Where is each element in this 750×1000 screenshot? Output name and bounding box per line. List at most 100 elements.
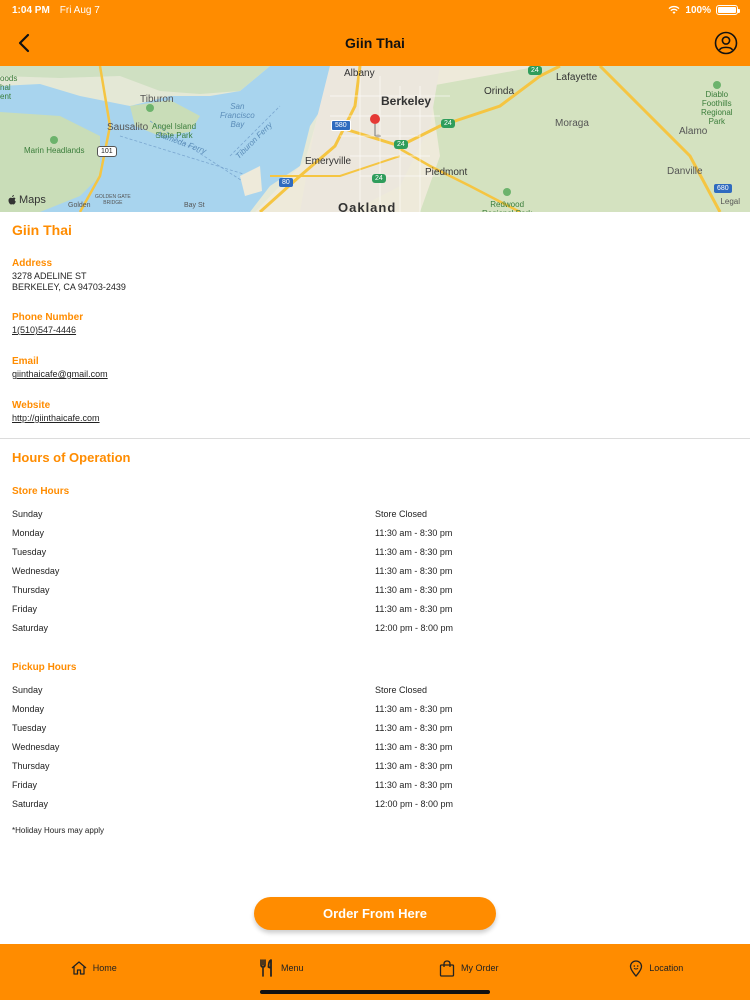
fork-knife-icon — [260, 959, 272, 977]
hours-row: Tuesday 11:30 am - 8:30 pm — [12, 547, 742, 561]
battery-icon — [716, 5, 740, 15]
hours-time: 11:30 am - 8:30 pm — [375, 742, 453, 752]
hours-time: 11:30 am - 8:30 pm — [375, 723, 453, 733]
hours-time: 12:00 pm - 8:00 pm — [375, 623, 454, 633]
status-time: 1:04 PM — [12, 4, 50, 16]
map-label-sausalito: Sausalito — [107, 122, 149, 133]
hours-row: Wednesday 11:30 am - 8:30 pm — [12, 566, 742, 580]
hours-time: 11:30 am - 8:30 pm — [375, 566, 453, 576]
back-button[interactable] — [10, 29, 38, 57]
hours-row: Tuesday 11:30 am - 8:30 pm — [12, 723, 742, 737]
map-view[interactable]: 580 24 24 24 24 101 80 680 Albany Berkel… — [0, 66, 750, 212]
hours-row: Wednesday 11:30 am - 8:30 pm — [12, 742, 742, 756]
phone-label: Phone Number — [12, 312, 84, 323]
email-link[interactable]: giinthaicafe@gmail.com — [12, 369, 108, 380]
email-label: Email — [12, 356, 39, 367]
map-label-golden: Golden — [68, 202, 91, 209]
hours-day: Friday — [12, 780, 38, 790]
pickup-hours-label: Pickup Hours — [12, 662, 77, 673]
tab-home-label: Home — [92, 963, 117, 973]
tab-location[interactable]: Location — [563, 944, 750, 1000]
hwy-580-shield: 580 — [331, 120, 351, 131]
phone-link[interactable]: 1(510)547-4446 — [12, 325, 76, 336]
apple-maps-logo: Maps — [8, 194, 46, 206]
tab-location-label: Location — [649, 963, 684, 973]
hours-time: Store Closed — [375, 685, 428, 695]
map-label-golden-gate-bridge: GOLDEN GATE BRIDGE — [95, 194, 131, 206]
map-label-orinda: Orinda — [484, 86, 515, 97]
map-label-berkeley: Berkeley — [381, 94, 432, 108]
store-hours-label: Store Hours — [12, 486, 70, 497]
holiday-note: *Holiday Hours may apply — [12, 826, 105, 835]
map-label-marin-headlands: Marin Headlands — [24, 146, 85, 155]
map-label-moraga: Moraga — [555, 118, 589, 129]
status-right: 100% — [668, 4, 740, 16]
hours-day: Wednesday — [12, 566, 60, 576]
tab-my-order-label: My Order — [460, 963, 499, 973]
website-link[interactable]: http://giinthaicafe.com — [12, 413, 100, 424]
home-indicator — [260, 990, 490, 994]
hours-time: 12:00 pm - 8:00 pm — [375, 799, 454, 809]
hours-time: 11:30 am - 8:30 pm — [375, 528, 453, 538]
home-icon — [71, 961, 87, 975]
map-label-lafayette: Lafayette — [556, 72, 598, 83]
hours-day: Thursday — [12, 761, 50, 771]
hwy-24-shield: 24 — [528, 66, 542, 75]
map-label-emeryville: Emeryville — [305, 156, 352, 167]
tab-home[interactable]: Home — [0, 944, 188, 1000]
map-label-albany: Albany — [344, 68, 375, 79]
hours-day: Saturday — [12, 799, 49, 809]
hwy-24-shield: 24 — [372, 174, 386, 183]
website-label: Website — [12, 400, 51, 411]
map-label-piedmont: Piedmont — [425, 167, 468, 178]
map-label-tiburon: Tiburon — [140, 94, 174, 105]
map-label-oakland: Oakland — [338, 200, 397, 212]
tab-menu-label: Menu — [280, 963, 304, 973]
chevron-left-icon — [18, 33, 30, 53]
hours-day: Sunday — [12, 509, 43, 519]
hwy-80-shield: 80 — [279, 178, 293, 187]
maps-brand-label: Maps — [19, 194, 46, 206]
restaurant-name: Giin Thai — [12, 222, 72, 238]
hours-row: Friday 11:30 am - 8:30 pm — [12, 780, 742, 794]
hours-time: 11:30 am - 8:30 pm — [375, 585, 453, 595]
hours-time: 11:30 am - 8:30 pm — [375, 604, 453, 614]
status-bar: 1:04 PM Fri Aug 7 100% — [0, 0, 750, 20]
hours-day: Tuesday — [12, 547, 47, 557]
hours-row: Sunday Store Closed — [12, 509, 742, 523]
profile-button[interactable] — [712, 29, 740, 57]
hwy-680-shield: 680 — [714, 184, 732, 193]
hwy-24-shield: 24 — [441, 119, 455, 128]
map-label-sf-bay: San Francisco Bay — [220, 102, 255, 129]
hours-row: Friday 11:30 am - 8:30 pm — [12, 604, 742, 618]
order-from-here-button[interactable]: Order From Here — [254, 897, 496, 930]
page-title: Giin Thai — [345, 35, 405, 51]
hours-row: Saturday 12:00 pm - 8:00 pm — [12, 623, 742, 637]
hours-day: Monday — [12, 528, 45, 538]
map-legal-link[interactable]: Legal — [720, 197, 740, 206]
hours-row: Thursday 11:30 am - 8:30 pm — [12, 585, 742, 599]
hours-row: Monday 11:30 am - 8:30 pm — [12, 704, 742, 718]
map-label-danville: Danville — [667, 166, 703, 177]
wifi-icon — [668, 6, 680, 14]
hours-row: Sunday Store Closed — [12, 685, 742, 699]
map-label-bay-st: Bay St — [184, 202, 205, 209]
address-line2: BERKELEY, CA 94703-2439 — [12, 282, 126, 292]
hours-title: Hours of Operation — [12, 450, 131, 465]
hours-time: 11:30 am - 8:30 pm — [375, 704, 453, 714]
hours-day: Tuesday — [12, 723, 47, 733]
hours-time: 11:30 am - 8:30 pm — [375, 780, 453, 790]
apple-icon — [8, 195, 16, 205]
section-divider — [0, 438, 750, 439]
user-icon — [714, 31, 738, 55]
status-date: Fri Aug 7 — [59, 4, 100, 16]
battery-percent: 100% — [685, 4, 711, 16]
map-label-redwood-park: Redwood Regional Park — [482, 200, 532, 212]
hours-row: Thursday 11:30 am - 8:30 pm — [12, 761, 742, 775]
shopping-bag-icon — [439, 959, 455, 977]
map-background — [0, 66, 750, 212]
map-label-diablo-park: Diablo Foothills Regional Park — [701, 90, 733, 126]
hours-day: Sunday — [12, 685, 43, 695]
hours-day: Monday — [12, 704, 45, 714]
hours-day: Thursday — [12, 585, 50, 595]
